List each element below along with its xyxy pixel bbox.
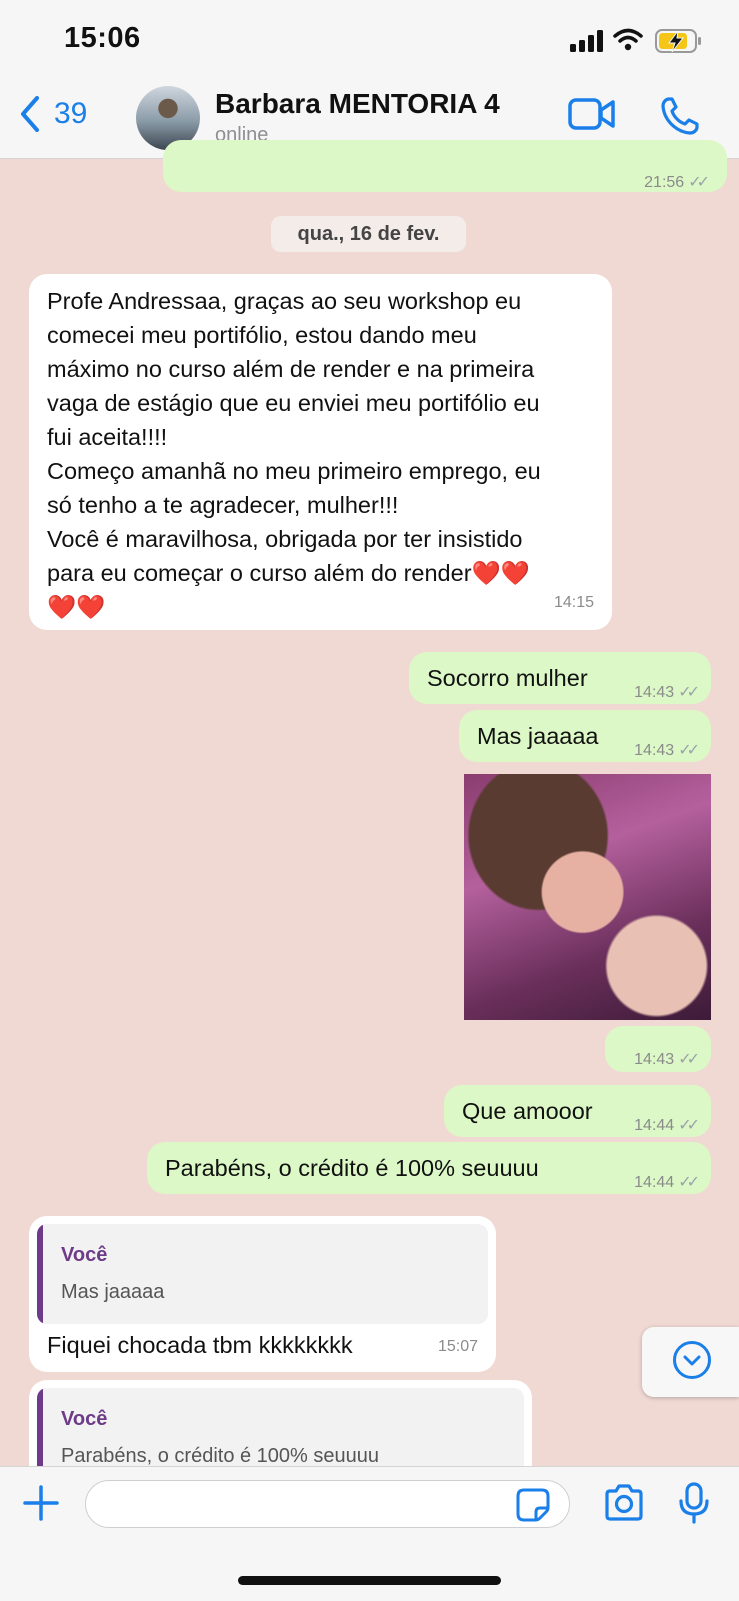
message-time: 21:56 [644,174,685,191]
message-time: 14:43 [634,742,675,759]
quote-accent-bar [37,1224,43,1324]
unread-count: 39 [54,97,88,130]
camera-icon[interactable] [603,1484,645,1522]
message-text: Profe Andressaa, graças ao seu workshop … [47,288,541,620]
quoted-message[interactable]: Você Mas jaaaaa [37,1224,488,1324]
read-ticks-icon: ✓✓ [678,684,700,701]
message-time: 14:15 [553,594,594,611]
outgoing-message[interactable]: 21:56 ✓✓ [163,140,727,192]
message-input[interactable] [85,1480,570,1528]
back-button[interactable]: 39 [20,96,87,132]
quote-author: Você [61,1244,108,1266]
gif-image-woman-crying[interactable] [464,774,711,1020]
message-text: Fiquei chocada tbm kkkkkkkk [47,1332,353,1358]
read-ticks-icon: ✓✓ [678,1051,700,1068]
cellular-signal-icon [570,30,603,52]
video-call-icon[interactable] [568,96,616,132]
read-ticks-icon: ✓✓ [678,1117,700,1134]
wifi-icon [613,28,643,51]
outgoing-message[interactable]: Mas jaaaaa 14:43 ✓✓ [459,710,711,762]
read-ticks-icon: ✓✓ [678,1174,700,1191]
microphone-icon[interactable] [678,1482,710,1524]
incoming-message[interactable]: Profe Andressaa, graças ao seu workshop … [29,274,612,630]
sticker-icon[interactable] [516,1488,550,1522]
read-ticks-icon: ✓✓ [688,174,710,191]
message-time: 14:44 [634,1117,675,1134]
outgoing-message[interactable]: Parabéns, o crédito é 100% seuuuu 14:44 ✓… [147,1142,711,1194]
home-indicator [238,1576,501,1585]
message-time: 14:43 [634,1051,675,1068]
plus-icon[interactable] [22,1484,60,1522]
message-text: Mas jaaaaa [477,723,599,749]
message-text: Socorro mulher [427,665,588,691]
battery-charging-icon [655,29,701,53]
chevron-left-icon [21,96,39,132]
quote-text: Mas jaaaaa [61,1281,165,1303]
status-time: 15:06 [64,22,141,54]
contact-name[interactable]: Barbara MENTORIA 4 [215,88,500,120]
message-time: 14:43 [634,684,675,701]
message-text: Parabéns, o crédito é 100% seuuuu [165,1155,539,1181]
message-time: 15:07 [437,1338,478,1355]
scroll-to-bottom-button[interactable] [642,1327,739,1397]
message-time: 14:44 [634,1174,675,1191]
image-timestamp-bubble: 14:43 ✓✓ [605,1026,711,1072]
quote-author: Você [61,1408,108,1430]
message-text: Que amooor [462,1098,593,1124]
chevron-down-icon [673,1341,711,1379]
outgoing-message[interactable]: Socorro mulher 14:43 ✓✓ [409,652,711,704]
read-ticks-icon: ✓✓ [678,742,700,759]
phone-call-icon[interactable] [660,96,700,136]
outgoing-message[interactable]: Que amooor 14:44 ✓✓ [444,1085,711,1137]
incoming-reply-message[interactable]: Você Mas jaaaaa Fiquei chocada tbm kkkkk… [29,1216,496,1372]
date-divider: qua., 16 de fev. [271,216,466,252]
